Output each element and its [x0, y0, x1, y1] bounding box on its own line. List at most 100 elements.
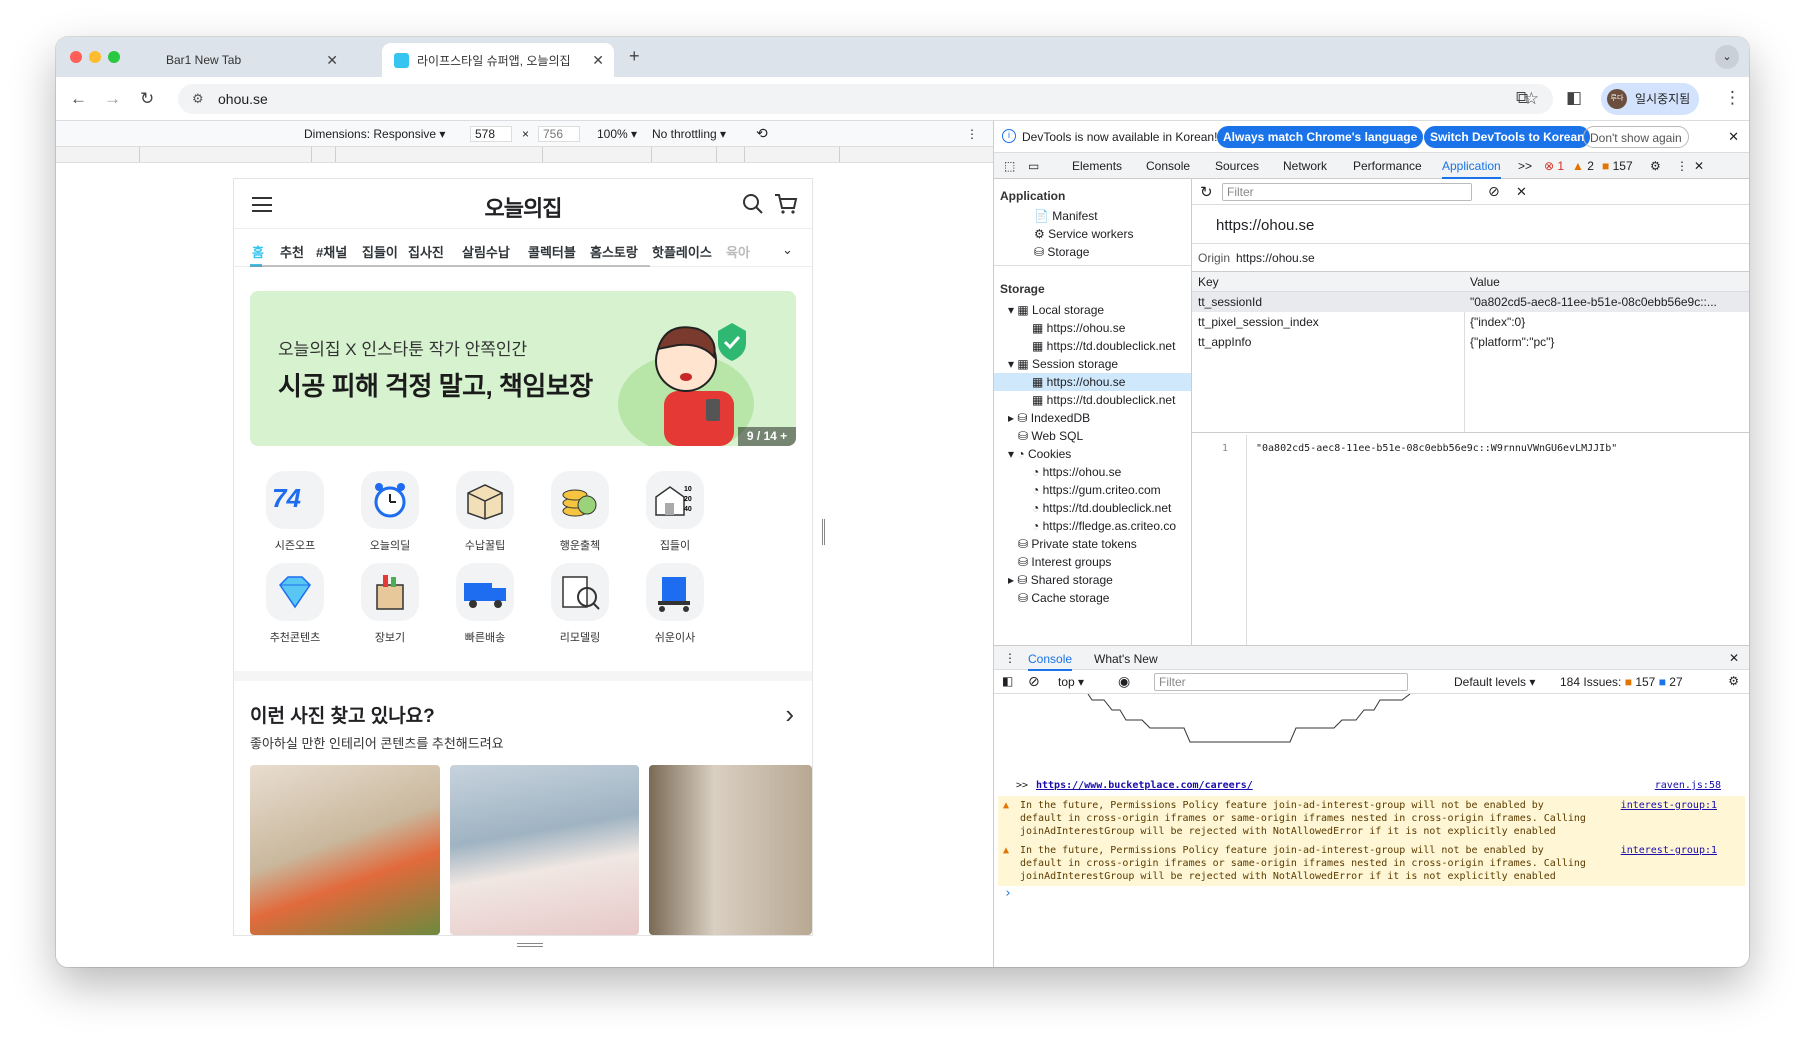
- chevron-right-icon[interactable]: ›: [785, 699, 794, 730]
- promo-banner[interactable]: 오늘의집 X 인스타툰 작가 안쪽인간 시공 피해 걱정 말고, 책임보장 9 …: [250, 291, 796, 446]
- zoom-window-button[interactable]: [108, 51, 120, 63]
- dont-show-button[interactable]: Don't show again: [1583, 126, 1689, 148]
- photo-card[interactable]: [250, 765, 440, 935]
- device-more-icon[interactable]: ⋮: [966, 127, 978, 141]
- shortcut-season-off[interactable]: 74 시즌오프: [250, 471, 340, 553]
- switch-korean-button[interactable]: Switch DevTools to Korean: [1424, 126, 1591, 148]
- cart-icon[interactable]: [774, 193, 798, 215]
- banner-pager[interactable]: 9 / 14 +: [738, 427, 796, 446]
- warning-source-link[interactable]: interest-group:1: [1621, 799, 1717, 812]
- chevron-down-icon[interactable]: ⌄: [782, 242, 793, 258]
- category-tab[interactable]: 살림수납: [462, 242, 510, 261]
- rotate-icon[interactable]: ⟲: [756, 125, 768, 142]
- width-input[interactable]: 578: [470, 126, 512, 142]
- shortcut-lucky-check[interactable]: 행운출첵: [535, 471, 625, 553]
- tab-console[interactable]: Console: [1146, 159, 1190, 173]
- category-tab[interactable]: 집사진: [408, 242, 444, 261]
- side-panel-icon[interactable]: ◧: [1566, 88, 1582, 108]
- console-prompt[interactable]: ›: [1004, 886, 1012, 901]
- tree-session-storage[interactable]: ▾ ▦ Session storage: [1008, 357, 1118, 371]
- category-tab[interactable]: 집들이: [362, 242, 398, 261]
- new-tab-button[interactable]: +: [629, 46, 640, 67]
- category-tab[interactable]: #채널: [316, 242, 347, 261]
- shortcut-today-deal[interactable]: 오늘의딜: [345, 471, 435, 553]
- forward-icon[interactable]: →: [104, 89, 121, 109]
- more-tabs-icon[interactable]: >>: [1518, 159, 1532, 173]
- search-icon[interactable]: [742, 193, 764, 215]
- tab-new-tab[interactable]: Bar1 New Tab ✕: [148, 43, 348, 77]
- close-window-button[interactable]: [70, 51, 82, 63]
- tree-cookies[interactable]: ▾ ◔ Cookies: [1008, 447, 1071, 461]
- extensions-icon[interactable]: ⧉: [1516, 88, 1528, 108]
- storage-filter-input[interactable]: Filter: [1222, 183, 1472, 201]
- shortcut-remodeling[interactable]: 리모델링: [535, 563, 625, 645]
- tree-shared-storage[interactable]: ▸ ⛁ Shared storage: [1008, 573, 1113, 587]
- address-bar[interactable]: ⚙ ohou.se ☆: [178, 84, 1553, 114]
- tree-item-selected[interactable]: ▦ https://ohou.se: [994, 373, 1191, 391]
- context-select[interactable]: top ▾: [1058, 675, 1084, 689]
- tree-item[interactable]: ◔ https://ohou.se: [1032, 465, 1121, 479]
- table-row[interactable]: tt_sessionId "0a802cd5-aec8-11ee-b51e-08…: [1192, 292, 1749, 312]
- always-match-button[interactable]: Always match Chrome's language: [1217, 126, 1424, 148]
- tree-item[interactable]: ◔ https://fledge.as.criteo.co: [1032, 519, 1176, 533]
- tree-cache-storage[interactable]: ⛁ Cache storage: [1018, 591, 1109, 605]
- close-devtools-icon[interactable]: ✕: [1694, 159, 1704, 173]
- close-drawer-icon[interactable]: ✕: [1729, 651, 1739, 665]
- tree-websql[interactable]: ⛁ Web SQL: [1018, 429, 1083, 443]
- tree-item[interactable]: ▦ https://td.doubleclick.net: [1032, 339, 1175, 353]
- photo-card[interactable]: [649, 765, 812, 935]
- tab-close-icon[interactable]: ✕: [326, 52, 338, 69]
- dimensions-select[interactable]: Dimensions: Responsive ▾: [304, 127, 445, 141]
- shortcut-easy-move[interactable]: 쉬운이사: [630, 563, 720, 645]
- photo-card[interactable]: [450, 765, 639, 935]
- tree-item[interactable]: ▦ https://ohou.se: [1032, 321, 1125, 335]
- settings-gear-icon[interactable]: ⚙: [1650, 159, 1661, 173]
- refresh-icon[interactable]: ↻: [1200, 183, 1213, 201]
- shortcut-storage-tips[interactable]: 수납꿀팁: [440, 471, 530, 553]
- reload-icon[interactable]: ↻: [140, 89, 154, 109]
- menu-kebab-icon[interactable]: ⋮: [1724, 88, 1741, 108]
- zoom-select[interactable]: 100% ▾: [597, 127, 637, 141]
- shortcut-grocery[interactable]: 장보기: [345, 563, 435, 645]
- devtools-menu-icon[interactable]: ⋮: [1676, 159, 1688, 173]
- log-source-link[interactable]: raven.js:58: [1655, 780, 1721, 791]
- warning-count[interactable]: ▲ 2: [1572, 159, 1594, 173]
- category-tab[interactable]: 홈스토랑: [590, 242, 638, 261]
- table-row[interactable]: tt_appInfo {"platform":"pc"}: [1192, 332, 1749, 352]
- column-header-key[interactable]: Key: [1198, 272, 1219, 292]
- drawer-menu-icon[interactable]: ⋮: [1004, 651, 1016, 665]
- height-input[interactable]: 756: [538, 126, 580, 142]
- tab-ohouse[interactable]: 라이프스타일 슈퍼앱, 오늘의집 ✕: [382, 43, 614, 77]
- profile-button[interactable]: 루다 일시중지됨: [1601, 83, 1699, 115]
- tree-indexeddb[interactable]: ▸ ⛁ IndexedDB: [1008, 411, 1090, 425]
- back-icon[interactable]: ←: [70, 89, 87, 109]
- clear-all-icon[interactable]: ⊘: [1488, 183, 1500, 200]
- close-infobar-icon[interactable]: ✕: [1728, 129, 1739, 145]
- site-info-icon[interactable]: ⚙: [192, 84, 204, 114]
- tree-item[interactable]: ◔ https://gum.criteo.com: [1032, 483, 1161, 497]
- drawer-tab-console[interactable]: Console: [1028, 652, 1073, 671]
- tree-item[interactable]: ▦ https://td.doubleclick.net: [1032, 393, 1175, 407]
- tree-interest-groups[interactable]: ⛁ Interest groups: [1018, 555, 1111, 569]
- tree-private-state-tokens[interactable]: ⛁ Private state tokens: [1018, 537, 1137, 551]
- tab-close-icon[interactable]: ✕: [592, 52, 604, 69]
- issues-count[interactable]: ■ 157: [1602, 159, 1633, 173]
- tree-local-storage[interactable]: ▾ ▦ Local storage: [1008, 303, 1104, 317]
- category-tab[interactable]: 육아: [726, 242, 750, 261]
- throttle-select[interactable]: No throttling ▾: [652, 127, 726, 141]
- resize-handle-right[interactable]: [822, 519, 825, 545]
- tab-application[interactable]: Application: [1442, 159, 1501, 179]
- tab-network[interactable]: Network: [1283, 159, 1327, 173]
- shortcut-fast-delivery[interactable]: 빠른배송: [440, 563, 530, 645]
- category-tab[interactable]: 콜렉터블: [528, 242, 576, 261]
- table-row[interactable]: tt_pixel_session_index {"index":0}: [1192, 312, 1749, 332]
- issues-summary[interactable]: 184 Issues: ■ 157 ■ 27: [1560, 675, 1683, 689]
- site-logo[interactable]: 오늘의집: [234, 191, 812, 223]
- column-header-value[interactable]: Value: [1470, 272, 1732, 292]
- sidebar-item-storage[interactable]: ⛁ Storage: [1034, 245, 1089, 259]
- console-filter-input[interactable]: Filter: [1154, 673, 1408, 691]
- console-settings-icon[interactable]: ⚙: [1728, 674, 1739, 688]
- log-levels-select[interactable]: Default levels ▾: [1454, 675, 1535, 689]
- category-tab[interactable]: 핫플레이스: [652, 242, 712, 261]
- preview-value[interactable]: "0a802cd5-aec8-11ee-b51e-08c0ebb56e9c::W…: [1256, 443, 1617, 454]
